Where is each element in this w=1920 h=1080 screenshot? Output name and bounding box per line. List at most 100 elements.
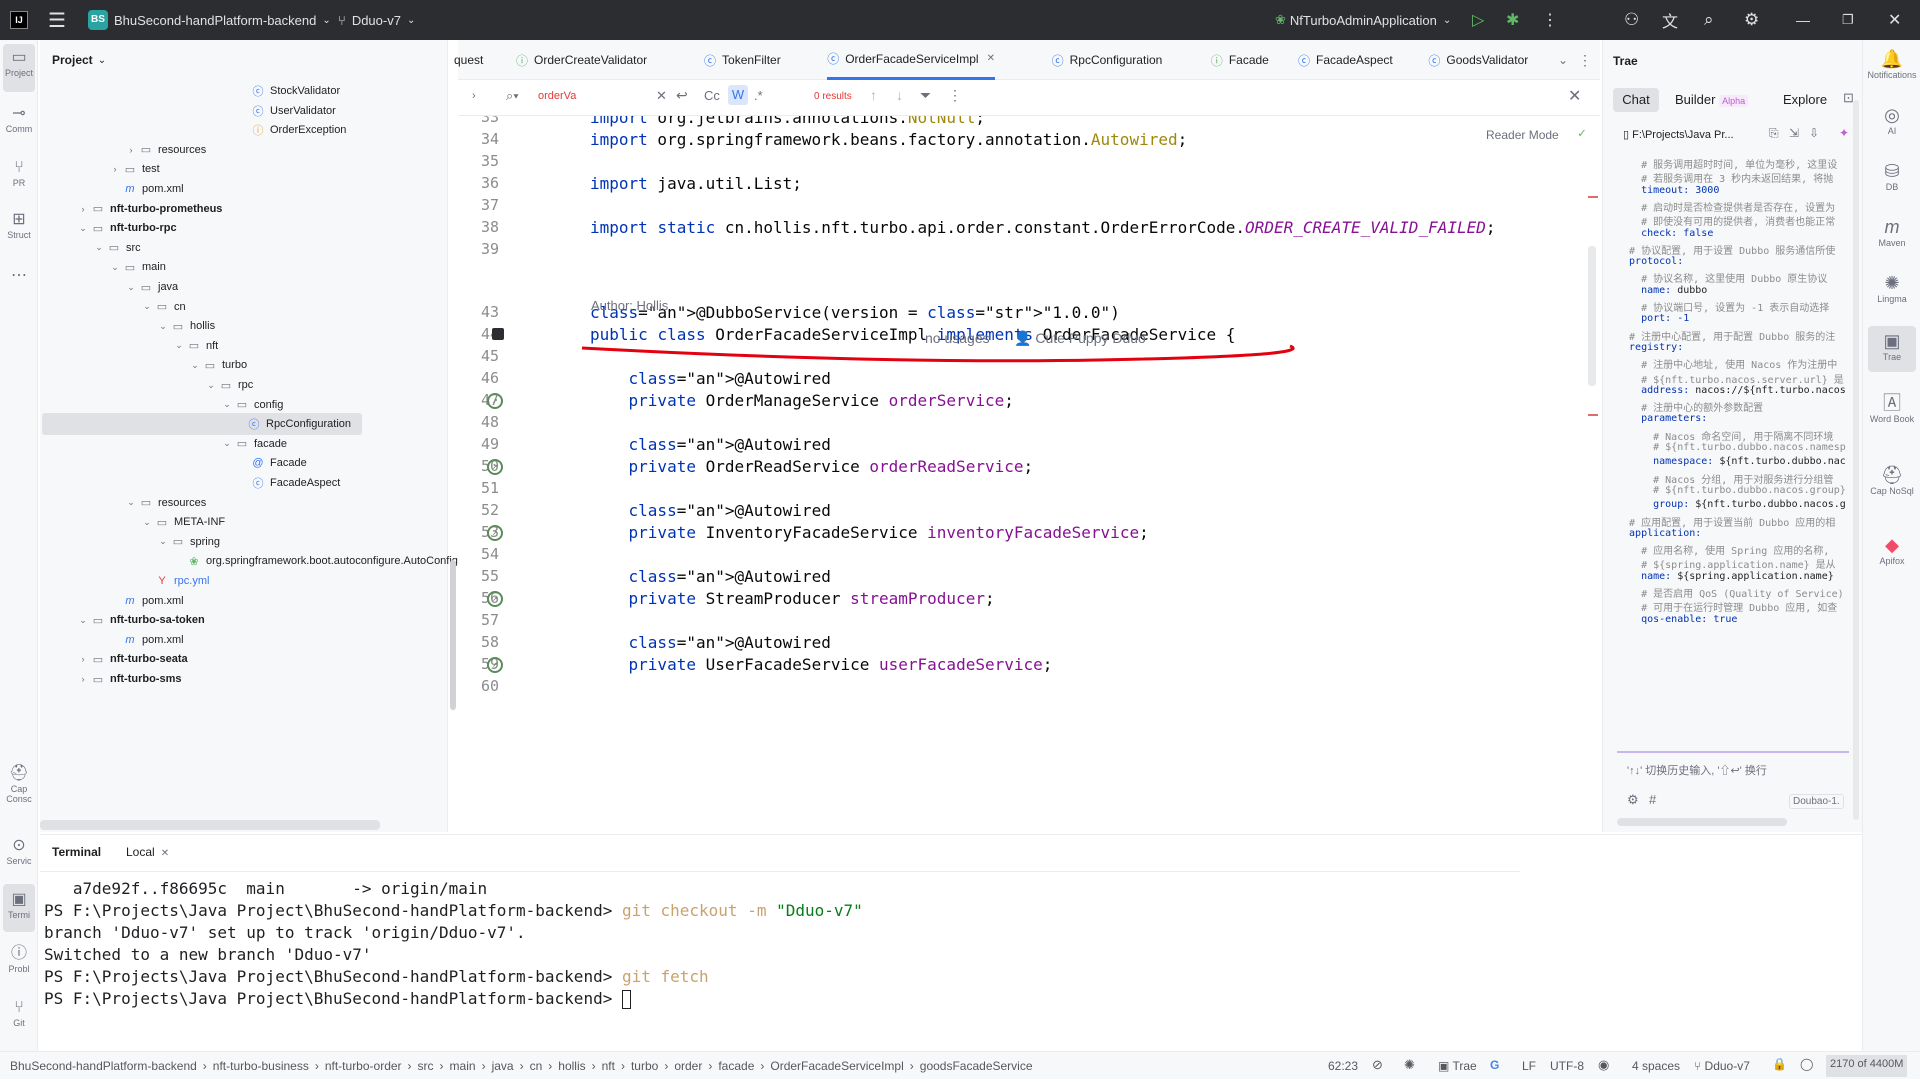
editor-tab[interactable]: quest bbox=[454, 40, 483, 80]
expand-replace-icon[interactable]: › bbox=[472, 90, 476, 102]
breadcrumb-item[interactable]: order bbox=[674, 1059, 702, 1073]
chat-input[interactable]: '↑↓' 切换历史输入, '⇧↩' 换行 bbox=[1627, 762, 1767, 778]
project-selector[interactable]: BS BhuSecond-handPlatform-backend ⌄ bbox=[88, 0, 331, 40]
expand-arrow-icon[interactable]: › bbox=[108, 164, 122, 174]
settings-gear-icon[interactable]: ⚙ bbox=[1744, 0, 1759, 40]
filter-icon[interactable]: ⏷ bbox=[920, 87, 931, 104]
tab-chat[interactable]: Chat bbox=[1613, 88, 1659, 112]
branch-selector[interactable]: ⑂ Dduo-v7 ⌄ bbox=[338, 0, 415, 40]
editor-tab[interactable]: ⓘ Facade bbox=[1211, 40, 1269, 80]
tree-item[interactable]: ⓒ FacadeAspect bbox=[236, 472, 341, 494]
expand-arrow-icon[interactable]: ⌄ bbox=[92, 242, 106, 253]
breadcrumb-item[interactable]: goodsFacadeService bbox=[920, 1059, 1033, 1073]
eye-icon[interactable]: ◉ bbox=[1598, 1057, 1609, 1073]
bean-navigation-icon[interactable]: ↗ bbox=[487, 459, 503, 475]
add-user-icon[interactable]: ⚇ bbox=[1624, 0, 1639, 40]
close-icon[interactable]: ✕ bbox=[1888, 0, 1901, 40]
clear-search-icon[interactable]: ✕ bbox=[656, 88, 667, 104]
tab-local[interactable]: Local ✕ bbox=[126, 845, 169, 859]
trae-status[interactable]: ▣ Trae bbox=[1438, 1059, 1477, 1073]
close-icon[interactable]: ✕ bbox=[161, 848, 169, 859]
no-ai-icon[interactable]: ⊘ bbox=[1372, 1057, 1383, 1073]
code-line[interactable]: class="an">@Autowired bbox=[590, 567, 831, 586]
main-menu-icon[interactable]: ☰ bbox=[48, 0, 66, 40]
cursor-position[interactable]: 62:23 bbox=[1328, 1059, 1358, 1073]
hash-icon[interactable]: # bbox=[1649, 792, 1656, 807]
structure-tool-button[interactable]: ⊞ Struct bbox=[2, 210, 36, 240]
breadcrumb-item[interactable]: turbo bbox=[631, 1059, 658, 1073]
editor-tab[interactable]: ⓘ OrderCreateValidator bbox=[516, 40, 647, 80]
bean-navigation-icon[interactable]: ↗ bbox=[487, 657, 503, 673]
expand-arrow-icon[interactable]: ⌄ bbox=[124, 497, 138, 508]
next-occurrence-icon[interactable]: ↓ bbox=[896, 87, 903, 103]
expand-arrow-icon[interactable]: › bbox=[76, 204, 90, 214]
pull-requests-button[interactable]: ⑂ PR bbox=[2, 158, 36, 188]
expand-arrow-icon[interactable]: ⌄ bbox=[108, 262, 122, 273]
trae-scrollbar[interactable] bbox=[1853, 100, 1859, 820]
code-line[interactable]: class="an">@DubboService(version = class… bbox=[590, 303, 1120, 322]
match-case-toggle[interactable]: Cc bbox=[704, 88, 720, 103]
debug-icon[interactable]: ✱ bbox=[1506, 0, 1519, 40]
breadcrumb-item[interactable]: src bbox=[418, 1059, 434, 1073]
trae-hscrollbar[interactable] bbox=[1617, 818, 1787, 826]
close-find-icon[interactable]: ✕ bbox=[1568, 86, 1581, 106]
code-line[interactable]: private UserFacadeService userFacadeServ… bbox=[590, 655, 1053, 674]
expand-arrow-icon[interactable]: ⌄ bbox=[188, 360, 202, 371]
expand-arrow-icon[interactable]: ⌄ bbox=[124, 282, 138, 293]
expand-arrow-icon[interactable]: ⌄ bbox=[156, 536, 170, 547]
restore-icon[interactable]: ❐ bbox=[1842, 0, 1854, 40]
more-tools-button[interactable]: ⋯ bbox=[2, 266, 36, 286]
code-line[interactable]: private OrderReadService orderReadServic… bbox=[590, 457, 1034, 476]
trae-button[interactable]: ▣ Trae bbox=[1863, 330, 1920, 362]
code-line[interactable]: class="an">@Autowired bbox=[590, 501, 831, 520]
notifications-button[interactable]: 🔔 Notifications bbox=[1863, 48, 1920, 80]
close-tab-icon[interactable]: ✕ bbox=[987, 53, 995, 64]
expand-arrow-icon[interactable]: ⌄ bbox=[140, 517, 154, 528]
breadcrumb-item[interactable]: main bbox=[450, 1059, 476, 1073]
maven-button[interactable]: m Maven bbox=[1863, 216, 1920, 248]
editor-tab[interactable]: ⓒ RpcConfiguration bbox=[1052, 40, 1163, 80]
code-line[interactable]: private StreamProducer streamProducer; bbox=[590, 589, 995, 608]
code-line[interactable]: import static cn.hollis.nft.turbo.api.or… bbox=[590, 218, 1496, 237]
code-line[interactable]: class="an">@Autowired bbox=[590, 369, 831, 388]
tab-explore[interactable]: Explore bbox=[1783, 92, 1827, 107]
tabs-more-icon[interactable]: ⋮ bbox=[1578, 40, 1592, 80]
expand-arrow-icon[interactable]: ⌄ bbox=[220, 438, 234, 449]
minimize-icon[interactable]: — bbox=[1796, 0, 1810, 40]
tabs-dropdown-icon[interactable]: ⌄ bbox=[1558, 40, 1568, 80]
code-line[interactable]: class="an">@Autowired bbox=[590, 633, 831, 652]
code-line[interactable]: import java.util.List; bbox=[590, 174, 802, 193]
breadcrumb-item[interactable]: facade bbox=[718, 1059, 754, 1073]
expand-arrow-icon[interactable]: ⌄ bbox=[76, 615, 90, 626]
project-tool-button[interactable]: ▭ Project bbox=[2, 48, 36, 78]
google-icon[interactable]: G bbox=[1490, 1058, 1499, 1072]
lingma-button[interactable]: ✺ Lingma bbox=[1863, 272, 1920, 304]
services-tool-button[interactable]: ⊙ Servic bbox=[2, 836, 36, 866]
tree-item[interactable]: ❀ org.springframework.boot.autoconfigure.… bbox=[172, 550, 458, 572]
bean-navigation-icon[interactable]: ↗ bbox=[487, 591, 503, 607]
tab-builder[interactable]: Builder Alpha bbox=[1675, 92, 1749, 107]
find-input[interactable]: orderVa bbox=[538, 90, 648, 102]
database-button[interactable]: ⛁ DB bbox=[1863, 160, 1920, 192]
file-encoding[interactable]: UTF-8 bbox=[1550, 1059, 1584, 1073]
expand-arrow-icon[interactable]: ⌄ bbox=[156, 321, 170, 332]
new-line-icon[interactable]: ↩ bbox=[676, 87, 688, 104]
copy-icon[interactable]: ⎘ bbox=[1769, 126, 1779, 141]
breadcrumb-item[interactable]: java bbox=[492, 1059, 514, 1073]
vertical-scrollbar[interactable] bbox=[450, 560, 456, 710]
breadcrumb-item[interactable]: nft-turbo-business bbox=[213, 1059, 309, 1073]
expand-arrow-icon[interactable]: ⌄ bbox=[172, 340, 186, 351]
lingma-status-icon[interactable]: ✺ bbox=[1404, 1057, 1415, 1073]
tree-item[interactable]: ⓘ OrderException bbox=[236, 119, 347, 141]
breadcrumb-item[interactable]: OrderFacadeServiceImpl bbox=[770, 1059, 903, 1073]
previous-occurrence-icon[interactable]: ↑ bbox=[870, 87, 877, 103]
project-panel-header[interactable]: Project ⌄ bbox=[52, 40, 106, 80]
indent-setting[interactable]: 4 spaces bbox=[1632, 1059, 1680, 1073]
code-line[interactable]: private OrderManageService orderService; bbox=[590, 391, 1014, 410]
settings-icon[interactable]: ⚙ bbox=[1627, 792, 1639, 808]
bean-navigation-icon[interactable]: ↗ bbox=[487, 393, 503, 409]
run-icon[interactable]: ▷ bbox=[1472, 0, 1484, 40]
breadcrumb-item[interactable]: BhuSecond-handPlatform-backend bbox=[10, 1059, 197, 1073]
expand-arrow-icon[interactable]: ⌄ bbox=[140, 301, 154, 312]
line-separator[interactable]: LF bbox=[1522, 1059, 1536, 1073]
